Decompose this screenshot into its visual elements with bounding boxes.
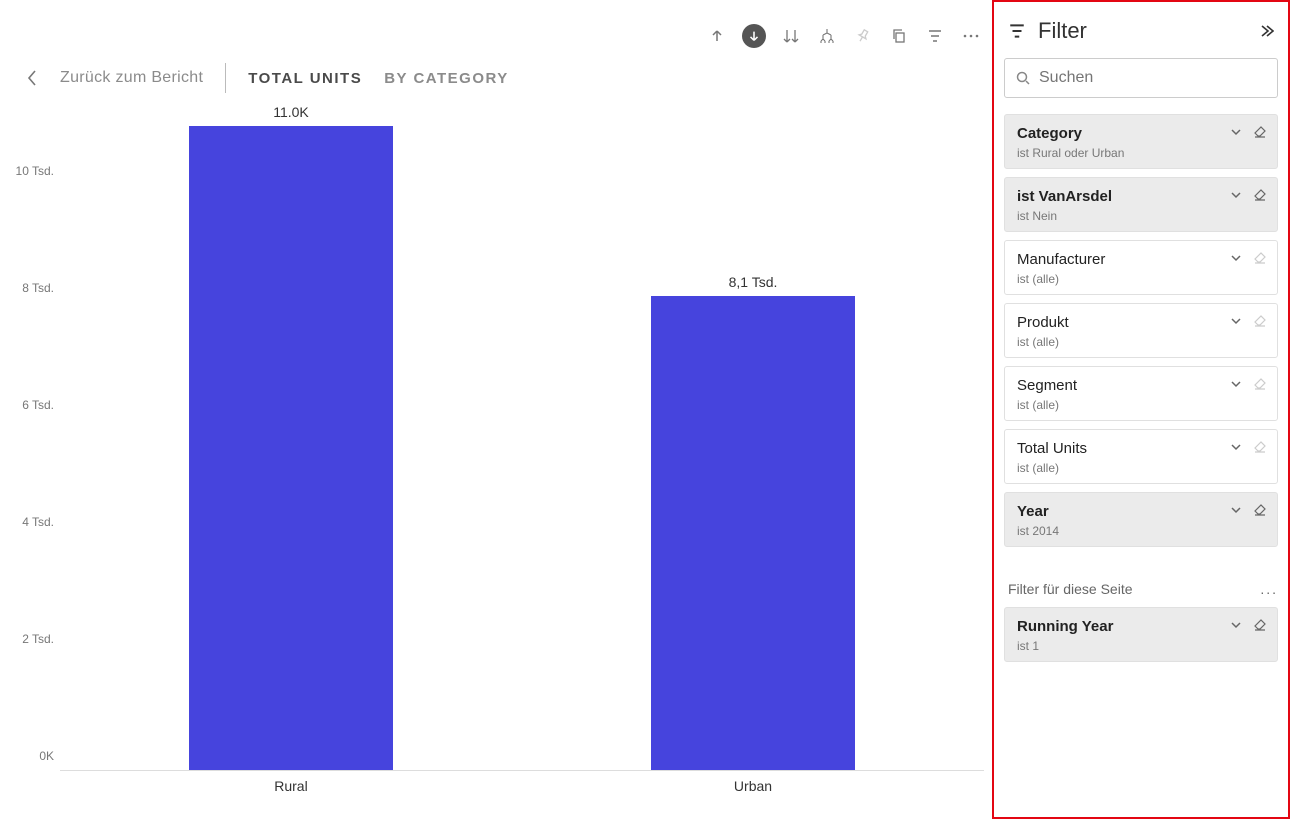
filter-card-subtitle: ist 1: [1017, 639, 1265, 653]
filter-card-actions: [1229, 125, 1267, 139]
eraser-icon[interactable]: [1253, 503, 1267, 517]
back-to-report-button[interactable]: Zurück zum Bericht: [26, 69, 203, 87]
filter-card-actions: [1229, 314, 1267, 328]
filter-card-subtitle: ist (alle): [1017, 398, 1265, 412]
filter-card-subtitle: ist Nein: [1017, 209, 1265, 223]
filter-card[interactable]: Produkt ist (alle): [1004, 303, 1278, 358]
chevron-down-icon[interactable]: [1229, 503, 1243, 517]
y-tick-label: 2 Tsd.: [4, 632, 54, 646]
chart-area: 0K2 Tsd.4 Tsd.6 Tsd.8 Tsd.10 Tsd.11.0KRu…: [0, 96, 992, 819]
filter-panel: Filter Category ist Rural oder Urban ist V…: [992, 0, 1290, 819]
x-category-label: Rural: [189, 778, 392, 794]
bar-value-label: 8,1 Tsd.: [651, 274, 854, 290]
chevron-down-icon[interactable]: [1229, 314, 1243, 328]
filter-card-actions: [1229, 440, 1267, 454]
filter-card-subtitle: ist Rural oder Urban: [1017, 146, 1265, 160]
copy-icon[interactable]: [888, 25, 910, 47]
visual-toolbar: [706, 24, 992, 48]
x-category-label: Urban: [651, 778, 854, 794]
search-input[interactable]: [1039, 69, 1267, 87]
y-tick-label: 0K: [4, 749, 54, 763]
filter-card[interactable]: Running Year ist 1: [1004, 607, 1278, 662]
filter-search[interactable]: [1004, 58, 1278, 98]
bar-group: 8,1 Tsd.Urban: [651, 126, 854, 770]
filter-card-subtitle: ist (alle): [1017, 272, 1265, 286]
filter-card[interactable]: Total Units ist (alle): [1004, 429, 1278, 484]
eraser-icon: [1253, 377, 1267, 391]
chevron-down-icon[interactable]: [1229, 251, 1243, 265]
section-more-icon[interactable]: ...: [1260, 581, 1278, 597]
tab-total-units[interactable]: TOTAL UNITS: [248, 70, 362, 87]
chevron-down-icon[interactable]: [1229, 188, 1243, 202]
drill-up-icon[interactable]: [706, 25, 728, 47]
filter-card-actions: [1229, 188, 1267, 202]
eraser-icon: [1253, 251, 1267, 265]
eraser-icon: [1253, 314, 1267, 328]
chevron-down-icon[interactable]: [1229, 125, 1243, 139]
filter-header: Filter: [1004, 14, 1278, 58]
back-label: Zurück zum Bericht: [60, 69, 203, 87]
filter-card-title: ist VanArsdel: [1017, 188, 1265, 205]
chevron-down-icon[interactable]: [1229, 440, 1243, 454]
filter-card-title: Category: [1017, 125, 1265, 142]
plot-area: 0K2 Tsd.4 Tsd.6 Tsd.8 Tsd.10 Tsd.11.0KRu…: [60, 126, 984, 771]
filter-card-actions: [1229, 377, 1267, 391]
visual-filters-list: Category ist Rural oder Urban ist VanArsde…: [1004, 114, 1278, 555]
eraser-icon[interactable]: [1253, 618, 1267, 632]
filter-card-actions: [1229, 503, 1267, 517]
expand-all-icon[interactable]: [780, 25, 802, 47]
y-tick-label: 8 Tsd.: [4, 281, 54, 295]
filter-card-title: Manufacturer: [1017, 251, 1265, 268]
chevron-down-icon[interactable]: [1229, 618, 1243, 632]
filter-card[interactable]: Year ist 2014: [1004, 492, 1278, 547]
bar-value-label: 11.0K: [189, 104, 392, 120]
filter-icon[interactable]: [924, 25, 946, 47]
filter-card-actions: [1229, 251, 1267, 265]
filter-card-title: Produkt: [1017, 314, 1265, 331]
pin-icon[interactable]: [852, 25, 874, 47]
filter-card-subtitle: ist 2014: [1017, 524, 1265, 538]
filter-card[interactable]: Category ist Rural oder Urban: [1004, 114, 1278, 169]
filter-card[interactable]: Manufacturer ist (alle): [1004, 240, 1278, 295]
filter-card-subtitle: ist (alle): [1017, 461, 1265, 475]
breadcrumb: Zurück zum Bericht TOTAL UNITS BY CATEGO…: [0, 0, 992, 96]
y-tick-label: 10 Tsd.: [4, 164, 54, 178]
more-options-icon[interactable]: [960, 25, 982, 47]
collapse-panel-icon[interactable]: [1258, 23, 1274, 39]
tab-by-category[interactable]: BY CATEGORY: [384, 70, 509, 87]
chevron-down-icon[interactable]: [1229, 377, 1243, 391]
bar[interactable]: 8,1 Tsd.: [651, 296, 854, 770]
filter-card[interactable]: ist VanArsdel ist Nein: [1004, 177, 1278, 232]
filter-card-title: Segment: [1017, 377, 1265, 394]
y-tick-label: 4 Tsd.: [4, 515, 54, 529]
page-filters-section-label: Filter für diese Seite ...: [1008, 581, 1278, 597]
drill-down-enabled-icon[interactable]: [742, 24, 766, 48]
bar[interactable]: 11.0K: [189, 126, 392, 770]
filter-card-subtitle: ist (alle): [1017, 335, 1265, 349]
separator: [225, 63, 226, 93]
bar-group: 11.0KRural: [189, 126, 392, 770]
funnel-icon: [1008, 22, 1026, 40]
filter-panel-title: Filter: [1038, 18, 1246, 44]
chevron-left-icon: [26, 69, 38, 87]
filter-card-title: Year: [1017, 503, 1265, 520]
eraser-icon: [1253, 440, 1267, 454]
filter-card-title: Total Units: [1017, 440, 1265, 457]
filter-card-title: Running Year: [1017, 618, 1265, 635]
eraser-icon[interactable]: [1253, 188, 1267, 202]
next-level-icon[interactable]: [816, 25, 838, 47]
search-icon: [1015, 70, 1031, 86]
filter-card-actions: [1229, 618, 1267, 632]
eraser-icon[interactable]: [1253, 125, 1267, 139]
section-label-text: Filter für diese Seite: [1008, 581, 1133, 597]
main-area: Zurück zum Bericht TOTAL UNITS BY CATEGO…: [0, 0, 992, 819]
y-tick-label: 6 Tsd.: [4, 398, 54, 412]
page-filters-list: Running Year ist 1: [1004, 607, 1278, 670]
filter-card[interactable]: Segment ist (alle): [1004, 366, 1278, 421]
